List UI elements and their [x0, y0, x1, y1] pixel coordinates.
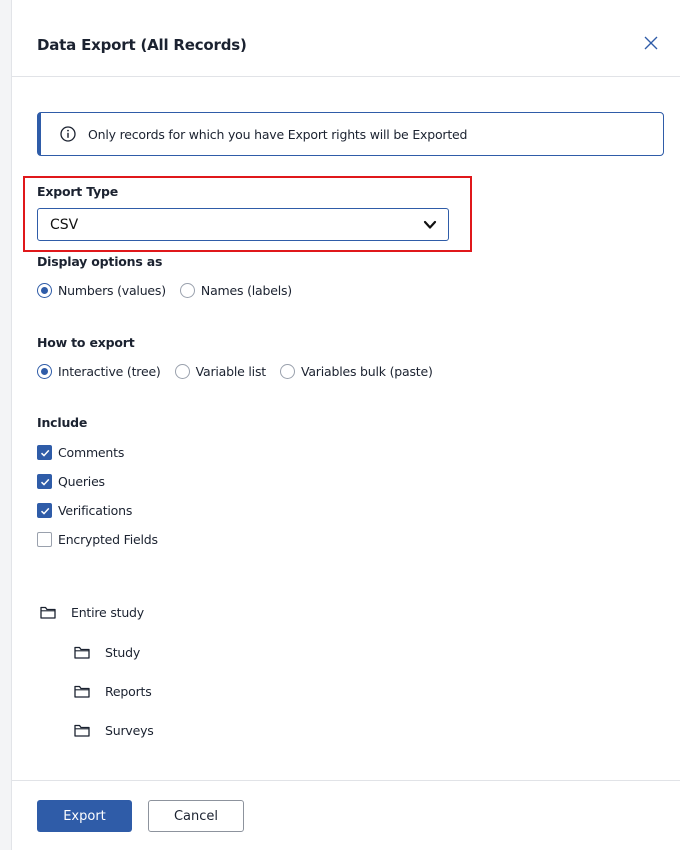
radio-numbers-label: Numbers (values)	[58, 282, 166, 298]
folder-icon	[74, 685, 90, 698]
info-banner: Only records for which you have Export r…	[37, 112, 664, 156]
checkmark-icon	[40, 507, 50, 515]
tree-item-reports[interactable]: Reports	[74, 682, 152, 700]
queries-checkbox[interactable]	[37, 473, 52, 489]
modal-title: Data Export (All Records)	[37, 36, 247, 54]
info-text: Only records for which you have Export r…	[88, 127, 468, 142]
radio-numbers[interactable]	[37, 282, 52, 298]
comments-checkbox[interactable]	[37, 444, 52, 460]
include-comments: Comments	[37, 443, 124, 461]
export-type-select[interactable]: CSV	[37, 208, 449, 241]
modal-footer: Export Cancel	[12, 780, 680, 850]
include-encrypted-fields: Encrypted Fields	[37, 530, 158, 548]
folder-icon	[74, 724, 90, 737]
close-icon	[644, 36, 658, 50]
background-page-edge	[0, 0, 12, 850]
tree-label-reports: Reports	[105, 683, 152, 699]
queries-label: Queries	[58, 473, 105, 489]
cancel-button[interactable]: Cancel	[148, 800, 244, 832]
info-icon	[60, 126, 76, 142]
tree-item-entire-study[interactable]: Entire study	[40, 603, 144, 621]
verifications-checkbox[interactable]	[37, 502, 52, 518]
how-to-export-label: How to export	[37, 335, 135, 350]
data-export-modal: Data Export (All Records) Only records f…	[12, 10, 680, 850]
tree-item-study[interactable]: Study	[74, 643, 140, 661]
include-verifications: Verifications	[37, 501, 132, 519]
export-button[interactable]: Export	[37, 800, 132, 832]
close-button[interactable]	[640, 32, 662, 54]
radio-variable-list-label: Variable list	[195, 363, 267, 379]
folder-icon	[40, 606, 56, 619]
folder-icon	[74, 646, 90, 659]
radio-interactive-tree[interactable]	[37, 363, 52, 379]
tree-label-study: Study	[105, 644, 141, 660]
encrypted-fields-label: Encrypted Fields	[58, 531, 158, 547]
modal-header: Data Export (All Records)	[12, 10, 680, 77]
verifications-label: Verifications	[58, 502, 133, 518]
encrypted-fields-checkbox[interactable]	[37, 531, 52, 547]
tree-label-entire-study: Entire study	[71, 604, 144, 620]
radio-names-label: Names (labels)	[200, 282, 292, 298]
checkmark-icon	[40, 478, 50, 486]
radio-interactive-tree-label: Interactive (tree)	[58, 363, 161, 379]
radio-variables-bulk[interactable]	[279, 363, 295, 379]
chevron-down-icon	[423, 220, 437, 229]
display-options-label: Display options as	[37, 254, 163, 269]
how-to-export-group: Interactive (tree) Variable list Variabl…	[37, 362, 447, 380]
display-options-group: Numbers (values) Names (labels)	[37, 281, 306, 299]
comments-label: Comments	[58, 444, 125, 460]
radio-variable-list[interactable]	[174, 363, 190, 379]
export-type-label: Export Type	[37, 184, 119, 199]
include-label: Include	[37, 415, 88, 430]
tree-label-surveys: Surveys	[105, 722, 154, 738]
radio-names[interactable]	[179, 282, 195, 298]
checkmark-icon	[40, 449, 50, 457]
export-type-value: CSV	[50, 217, 79, 233]
tree-item-surveys[interactable]: Surveys	[74, 721, 154, 739]
include-queries: Queries	[37, 472, 105, 490]
radio-variables-bulk-label: Variables bulk (paste)	[300, 363, 433, 379]
